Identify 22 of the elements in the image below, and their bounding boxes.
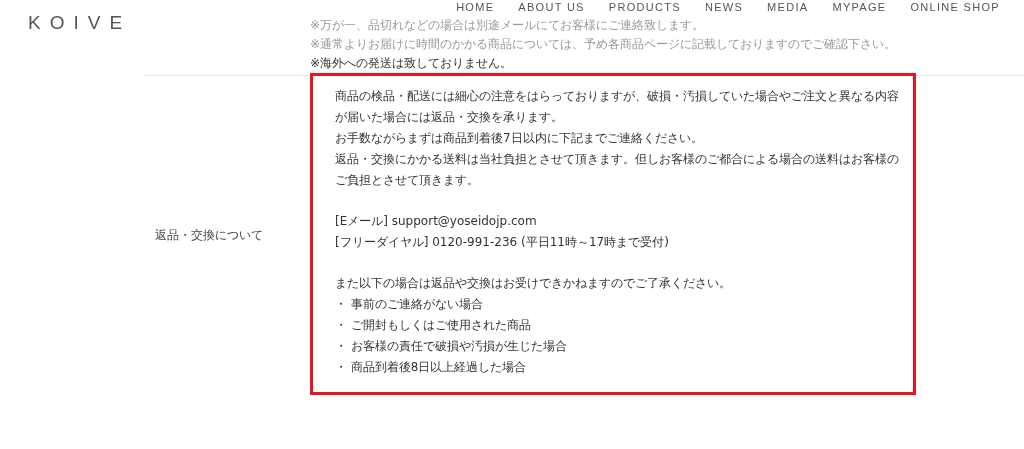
content-text: [Eメール] support@yoseidojp.com: [335, 213, 538, 230]
content-text: 返品・交換にかかる送料は当社負担とさせて頂きます。但しお客様のご都合による場合の送料はお客様のご負担とさせて頂きます。: [335, 151, 900, 189]
content-text: ・ ご開封もしくはご使用された商品: [335, 317, 532, 334]
row-label: 返品・交換について: [155, 227, 263, 244]
note-text: ※海外への発送は致しておりません。: [310, 55, 513, 72]
nav-link[interactable]: NEWS: [704, 1, 744, 13]
logo[interactable]: KOIVE: [28, 12, 132, 34]
content-text: ・ 商品到着後8日以上経過した場合: [335, 359, 528, 376]
note-text: ※通常よりお届けに時間のかかる商品については、予め各商品ページに記載しておりますのでご確認下さい。: [310, 36, 897, 53]
content-text: [フリーダイヤル] 0120-991-236 (平日11時～17時まで受付): [335, 234, 670, 251]
nav-link[interactable]: MEDIA: [767, 1, 809, 13]
nav-link[interactable]: HOME: [456, 1, 495, 13]
nav-link[interactable]: ONLINE SHOP: [910, 1, 1000, 13]
content-text: また以下の場合は返品や交換はお受けできかねますのでご了承ください。: [335, 275, 732, 292]
content-text: ・ お客様の責任で破損や汚損が生じた場合: [335, 338, 568, 355]
note-text: ※万が一、品切れなどの場合は別途メールにてお客様にご連絡致します。: [310, 17, 705, 34]
nav-link[interactable]: MYPAGE: [832, 1, 887, 13]
content-text: 商品の検品・配送には細心の注意をはらっておりますが、破損・汚損していた場合やご注文と異なる内容が届いた場合には返品・交換を承ります。: [335, 88, 900, 126]
content-text: お手数ながらまずは商品到着後7日以内に下記までご連絡ください。: [335, 130, 704, 147]
nav-link[interactable]: ABOUT US: [518, 1, 585, 13]
nav-link[interactable]: PRODUCTS: [608, 1, 681, 13]
content-text: ・ 事前のご連絡がない場合: [335, 296, 484, 313]
